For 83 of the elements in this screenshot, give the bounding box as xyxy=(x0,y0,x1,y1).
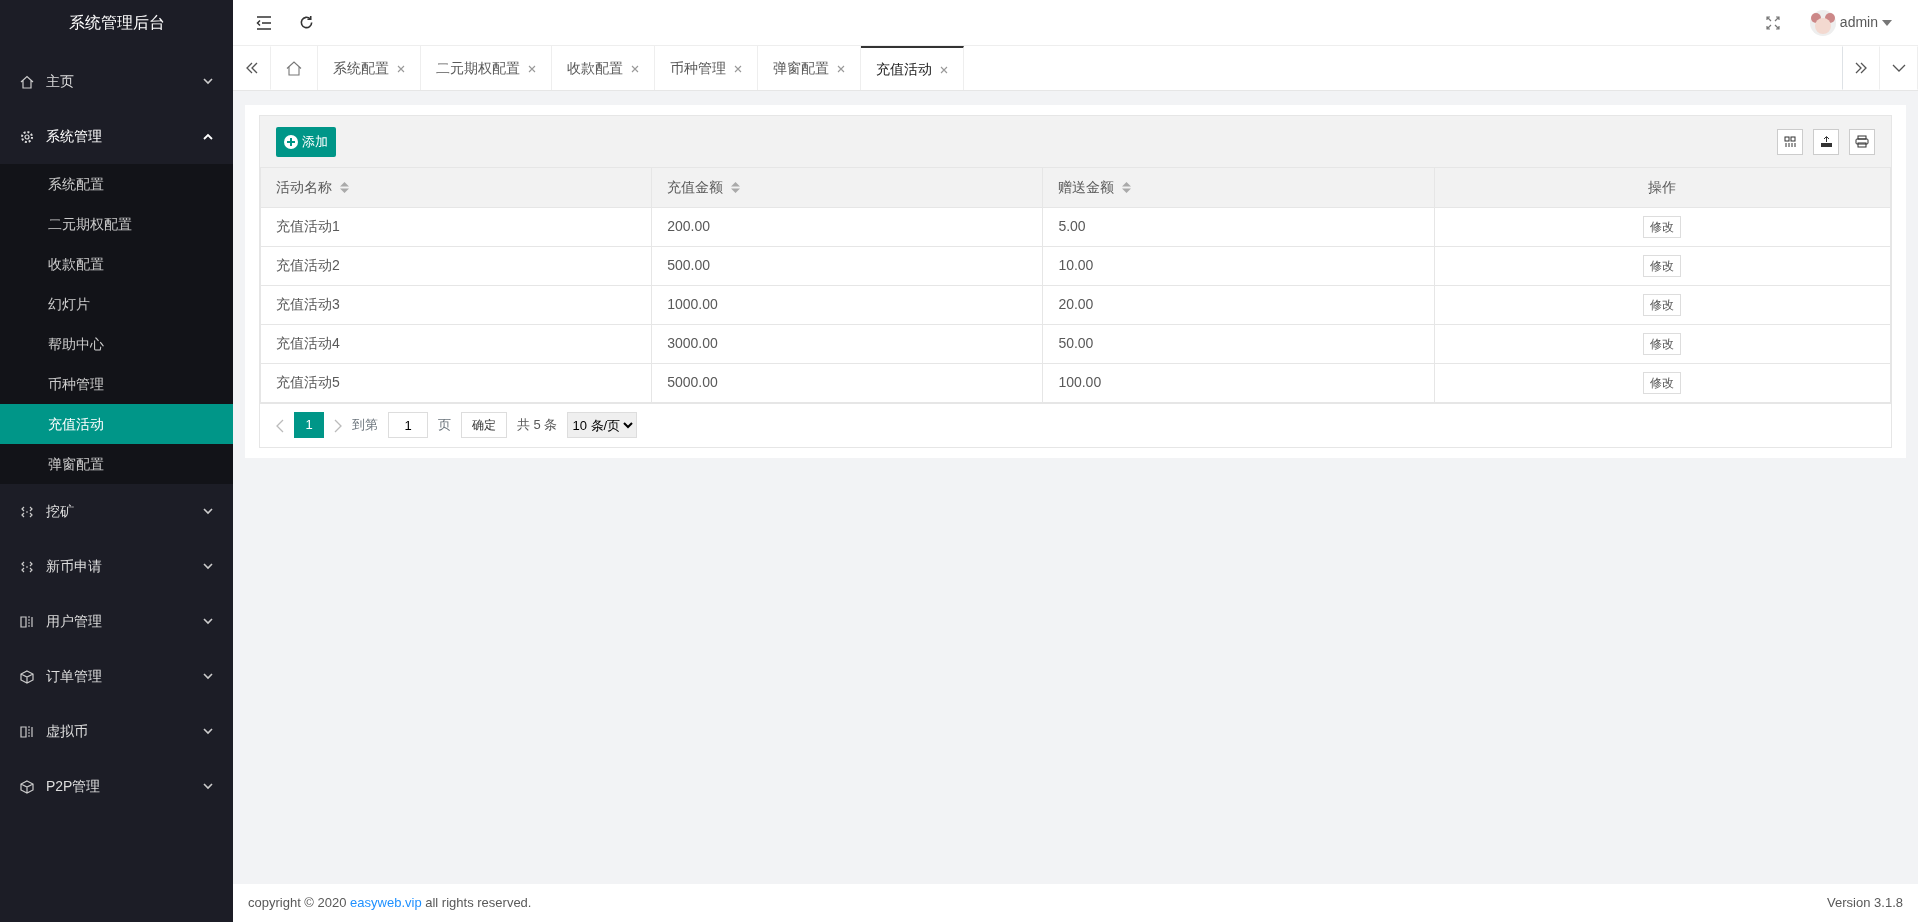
gear-icon xyxy=(20,129,34,144)
edit-button[interactable]: 修改 xyxy=(1643,332,1682,355)
table-cell: 100.00 xyxy=(1042,363,1435,402)
sort-icon[interactable] xyxy=(1122,181,1132,193)
total-count: 共 5 条 xyxy=(517,416,558,435)
home-icon xyxy=(20,74,34,89)
table-cell: 充值活动1 xyxy=(260,207,652,246)
tab[interactable]: 收款配置 xyxy=(552,46,655,90)
export-icon[interactable] xyxy=(1813,128,1839,155)
page-unit-label: 页 xyxy=(438,416,451,435)
chevron-up-icon xyxy=(203,133,213,140)
copyright-text: copyright © 2020 easyweb.vip all rights reserved. xyxy=(248,894,532,913)
print-icon[interactable] xyxy=(1849,128,1875,155)
table-cell: 充值活动5 xyxy=(260,363,652,402)
table-cell: 1000.00 xyxy=(651,285,1043,324)
panel-icon xyxy=(20,614,34,629)
chevron-down-icon xyxy=(203,618,213,625)
submenu-item[interactable]: 系统配置 xyxy=(0,164,233,204)
plus-icon xyxy=(284,134,298,149)
submenu-item[interactable]: 弹窗配置 xyxy=(0,444,233,484)
sidebar-item[interactable]: 订单管理 xyxy=(0,649,233,704)
submenu-item[interactable]: 帮助中心 xyxy=(0,324,233,364)
table-cell: 20.00 xyxy=(1042,285,1435,324)
edit-button[interactable]: 修改 xyxy=(1643,215,1682,238)
add-button[interactable]: 添加 xyxy=(276,126,336,157)
caret-icon xyxy=(1882,19,1892,26)
sidebar-item[interactable]: 虚拟币 xyxy=(0,704,233,759)
username: admin xyxy=(1839,13,1878,32)
tab[interactable]: 充值活动 xyxy=(861,46,964,90)
goto-label: 到第 xyxy=(352,416,378,435)
avatar-icon xyxy=(1809,9,1836,36)
submenu-item[interactable]: 收款配置 xyxy=(0,244,233,284)
table-cell: 5.00 xyxy=(1042,207,1435,246)
chevron-down-icon xyxy=(203,563,213,570)
cube-icon xyxy=(20,669,34,684)
tab[interactable]: 币种管理 xyxy=(655,46,758,90)
sort-icon[interactable] xyxy=(340,181,349,193)
columns-icon[interactable] xyxy=(1777,128,1803,155)
chevron-down-icon xyxy=(203,673,213,680)
table-cell: 500.00 xyxy=(651,246,1043,285)
cube-icon xyxy=(20,779,34,794)
table-cell: 10.00 xyxy=(1042,246,1435,285)
table-cell: 5000.00 xyxy=(651,363,1043,402)
submenu-item[interactable]: 幻灯片 xyxy=(0,284,233,324)
table-cell: 充值活动2 xyxy=(260,246,652,285)
page-button[interactable]: 1 xyxy=(294,412,324,438)
chevron-down-icon xyxy=(203,508,213,515)
panel-icon xyxy=(20,724,34,739)
edit-button[interactable]: 修改 xyxy=(1643,293,1682,316)
submenu-item[interactable]: 充值活动 xyxy=(0,404,233,444)
column-header[interactable]: 活动名称 xyxy=(260,168,652,207)
tab[interactable]: 二元期权配置 xyxy=(421,46,552,90)
confirm-button[interactable]: 确定 xyxy=(461,412,507,438)
table-cell: 50.00 xyxy=(1042,324,1435,363)
column-header[interactable]: 充值金额 xyxy=(651,168,1043,207)
sidebar-item[interactable]: 新币申请 xyxy=(0,539,233,594)
table-cell: 充值活动3 xyxy=(260,285,652,324)
sidebar-item[interactable]: 系统管理 xyxy=(0,109,233,164)
page-size-select[interactable]: 10 条/页 xyxy=(567,412,638,438)
home-icon xyxy=(286,60,302,76)
column-header: 操作 xyxy=(1434,168,1891,207)
sidebar-item[interactable]: 用户管理 xyxy=(0,594,233,649)
user-menu[interactable]: admin xyxy=(1809,9,1892,36)
submenu-item[interactable]: 币种管理 xyxy=(0,364,233,404)
brand-title: 系统管理后台 xyxy=(68,13,165,33)
chevron-down-icon xyxy=(203,728,213,735)
submenu-item[interactable]: 二元期权配置 xyxy=(0,204,233,244)
table-cell: 200.00 xyxy=(651,207,1043,246)
scroll-right-icon[interactable] xyxy=(1842,46,1880,90)
edit-button[interactable]: 修改 xyxy=(1643,254,1682,277)
tab[interactable]: 系统配置 xyxy=(318,46,421,90)
table-cell: 3000.00 xyxy=(651,324,1043,363)
sidebar-item[interactable]: P2P管理 xyxy=(0,759,233,814)
sidebar-item[interactable]: 主页 xyxy=(0,54,233,109)
edit-button[interactable]: 修改 xyxy=(1643,371,1682,394)
version-text: Version 3.1.8 xyxy=(1827,894,1903,913)
chevron-down-icon xyxy=(203,78,213,85)
sidebar-item[interactable]: 挖矿 xyxy=(0,484,233,539)
column-header[interactable]: 赠送金额 xyxy=(1042,168,1435,207)
table-cell: 充值活动4 xyxy=(260,324,652,363)
page-input[interactable]: 1 xyxy=(388,412,428,438)
sort-icon[interactable] xyxy=(731,181,741,193)
chevron-down-icon xyxy=(203,783,213,790)
